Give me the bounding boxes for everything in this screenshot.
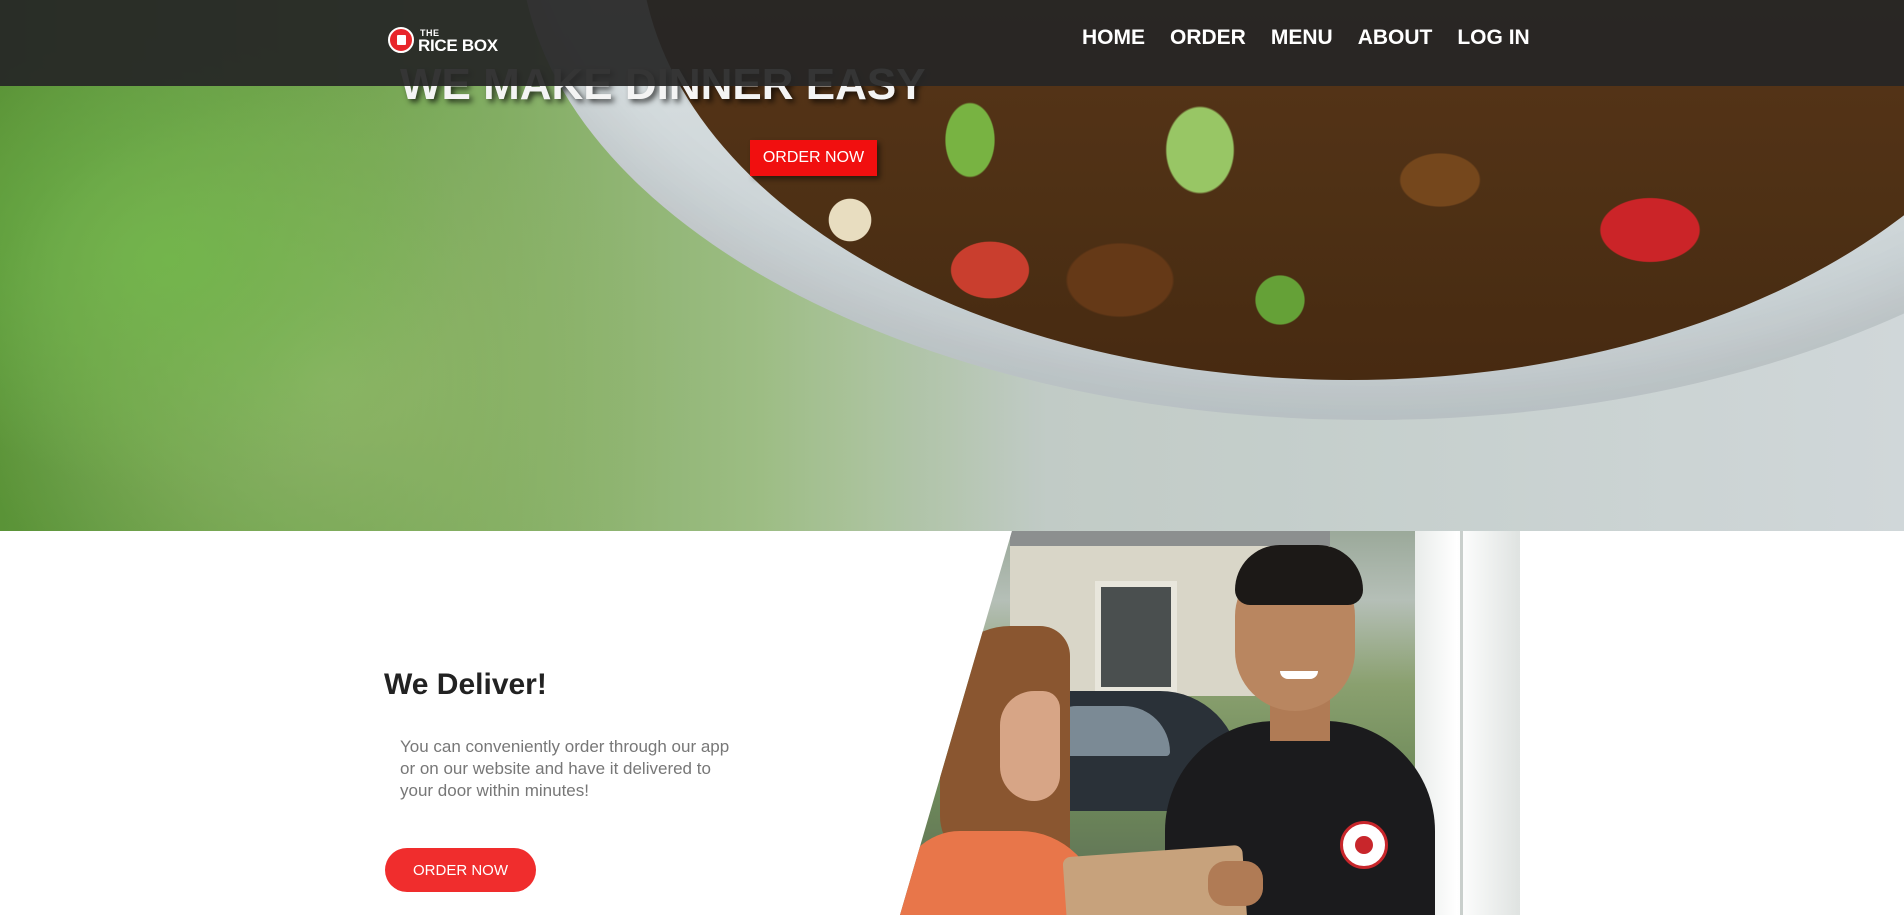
nav-home[interactable]: HOME (1082, 26, 1145, 50)
rice-box-icon (388, 27, 414, 53)
delivery-text: You can conveniently order through our a… (400, 737, 730, 800)
logo[interactable]: THE RICE BOX (388, 25, 498, 59)
top-navbar: THE RICE BOX HOME ORDER MENU ABOUT LOG I… (0, 0, 1904, 86)
logo-name: RICE BOX (418, 36, 498, 55)
hero-order-now-button[interactable]: ORDER NOW (750, 140, 877, 176)
delivery-order-now-button[interactable]: ORDER NOW (385, 848, 536, 892)
delivery-photo (900, 531, 1520, 915)
nav-about[interactable]: ABOUT (1358, 26, 1433, 50)
delivery-title: We Deliver! (384, 668, 547, 701)
nav-menu: HOME ORDER MENU ABOUT LOG IN (1082, 26, 1555, 50)
nav-order[interactable]: ORDER (1170, 26, 1246, 50)
nav-menu-link[interactable]: MENU (1271, 26, 1333, 50)
nav-log-in[interactable]: LOG IN (1457, 26, 1529, 50)
uniform-badge-icon (1340, 821, 1388, 869)
